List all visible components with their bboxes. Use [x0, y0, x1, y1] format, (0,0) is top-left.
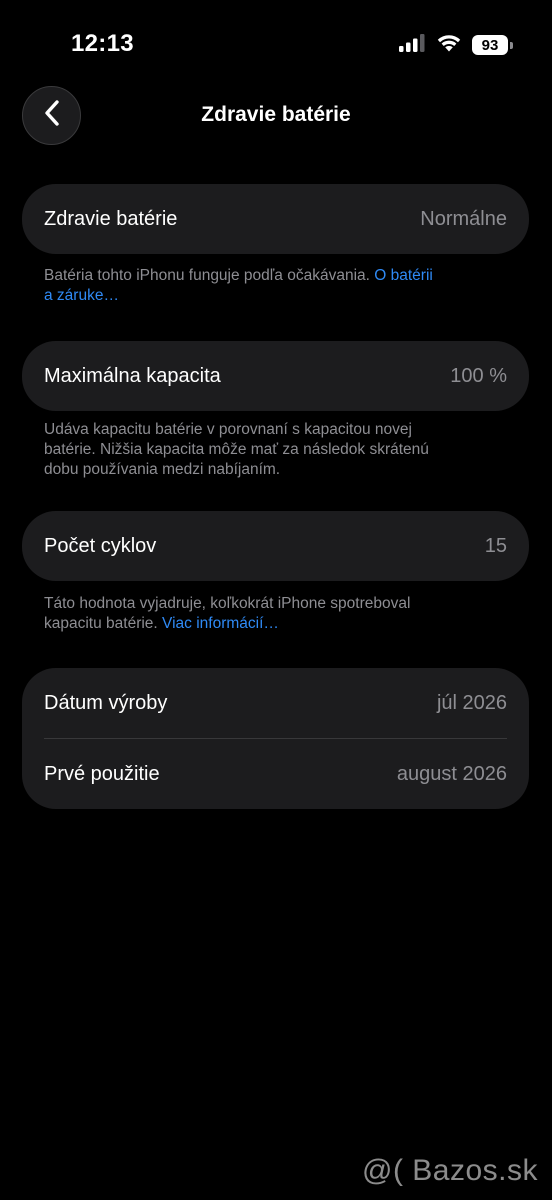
first-use-value: august 2026	[396, 762, 507, 785]
battery-health-value: Normálne	[420, 207, 507, 230]
max-capacity-footnote-line1: Udáva kapacitu batérie v porovnaní s kap…	[44, 421, 412, 438]
page-title: Zdravie batérie	[201, 103, 351, 126]
max-capacity-footnote-line2: batérie. Nižšia kapacita môže mať za nás…	[44, 441, 429, 458]
cycle-count-label: Počet cyklov	[44, 534, 157, 557]
cycle-count-value: 15	[484, 534, 507, 557]
cycle-count-footnote-line2: kapacitu batérie.	[44, 615, 163, 632]
battery-health-footnote: Batéria tohto iPhonu funguje podľa očaká…	[44, 266, 494, 306]
manufacture-date-value: júl 2026	[436, 691, 507, 714]
status-bar: 12:13 93	[0, 0, 552, 88]
max-capacity-row[interactable]: Maximálna kapacita 100 %	[22, 341, 529, 411]
battery-health-footnote-text: Batéria tohto iPhonu funguje podľa očaká…	[44, 267, 375, 284]
max-capacity-card: Maximálna kapacita 100 %	[22, 341, 529, 411]
status-icons: 93	[399, 33, 513, 57]
max-capacity-value: 100 %	[450, 364, 507, 387]
first-use-row[interactable]: Prvé použitie august 2026	[22, 739, 529, 809]
watermark: @( Bazos.sk	[362, 1154, 538, 1187]
battery-health-label: Zdravie batérie	[44, 207, 178, 230]
cycle-count-card: Počet cyklov 15	[22, 511, 529, 581]
cycle-count-footnote: Táto hodnota vyjadruje, koľkokrát iPhone…	[44, 594, 494, 634]
wifi-icon	[436, 33, 462, 57]
dates-card: Dátum výroby júl 2026 Prvé použitie augu…	[22, 668, 529, 809]
battery-health-screen: 12:13 93 Zdravie batérie Zdravie batérie…	[0, 0, 552, 1200]
max-capacity-label: Maximálna kapacita	[44, 364, 221, 387]
cellular-signal-icon	[399, 33, 426, 57]
manufacture-date-label: Dátum výroby	[44, 691, 168, 714]
battery-warranty-link-continued[interactable]: a záruke…	[44, 287, 119, 304]
manufacture-date-row[interactable]: Dátum výroby júl 2026	[22, 668, 529, 738]
cycle-count-footnote-line1: Táto hodnota vyjadruje, koľkokrát iPhone…	[44, 595, 411, 612]
max-capacity-footnote-line3: dobu používania medzi nabíjaním.	[44, 461, 281, 478]
first-use-label: Prvé použitie	[44, 762, 160, 785]
more-info-link[interactable]: Viac informácií…	[162, 615, 279, 632]
battery-icon: 93	[472, 35, 513, 55]
battery-warranty-link[interactable]: O batérii	[374, 267, 433, 284]
battery-health-card: Zdravie batérie Normálne	[22, 184, 529, 254]
cycle-count-row[interactable]: Počet cyklov 15	[22, 511, 529, 581]
max-capacity-footnote: Udáva kapacitu batérie v porovnaní s kap…	[44, 420, 494, 480]
status-time: 12:13	[71, 30, 134, 57]
battery-health-row[interactable]: Zdravie batérie Normálne	[22, 184, 529, 254]
